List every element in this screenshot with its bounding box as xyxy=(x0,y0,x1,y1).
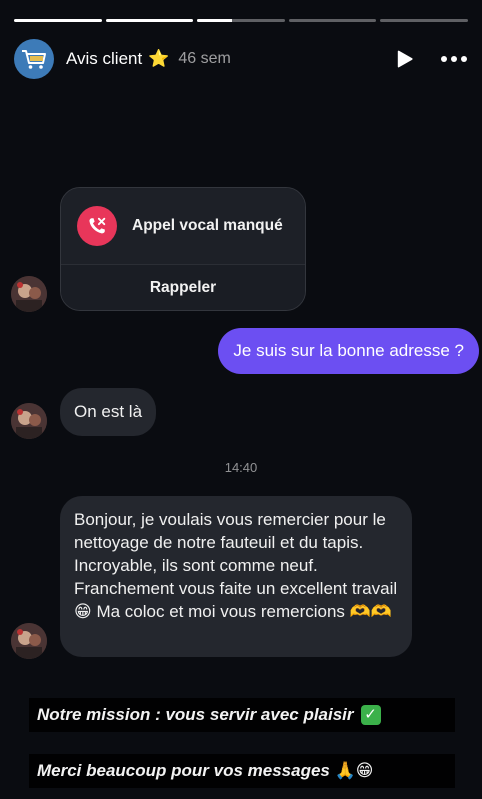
story-caption: Merci beaucoup pour vos messages 🙏😁 xyxy=(29,754,455,788)
progress-fill xyxy=(14,19,102,22)
progress-fill xyxy=(105,19,194,22)
more-horizontal-icon xyxy=(451,56,457,62)
shopping-cart-logo-icon xyxy=(22,50,46,69)
story-header: Avis client ⭐ 46 sem xyxy=(14,38,468,80)
message-timestamp: 14:40 xyxy=(224,460,258,475)
progress-segment xyxy=(288,19,377,22)
play-button[interactable] xyxy=(394,48,416,70)
outgoing-message: Je suis sur la bonne adresse ? xyxy=(218,328,479,374)
caption-text: Notre mission : vous servir avec plaisir xyxy=(37,705,354,724)
progress-segment xyxy=(14,19,102,22)
callback-button[interactable]: Rappeler xyxy=(61,265,305,310)
caption-text: Merci beaucoup pour vos messages xyxy=(37,761,330,780)
prayer-grin-emoji: 🙏😁 xyxy=(334,761,374,780)
missed-call-label: Appel vocal manqué xyxy=(132,217,283,234)
more-horizontal-icon xyxy=(461,56,467,62)
play-icon xyxy=(397,50,413,68)
progress-segment xyxy=(105,19,194,22)
account-avatar[interactable] xyxy=(14,39,54,79)
progress-fill xyxy=(197,19,233,22)
check-mark-emoji: ✓ xyxy=(360,705,381,725)
missed-call-card: Appel vocal manqué Rappeler xyxy=(60,187,306,311)
account-name[interactable]: Avis client xyxy=(66,49,142,69)
incoming-message: On est là xyxy=(60,388,157,436)
contact-avatar xyxy=(11,276,47,312)
contact-avatar xyxy=(11,403,47,439)
story-age: 46 sem xyxy=(178,50,231,67)
missed-call-header: Appel vocal manqué xyxy=(61,188,305,265)
more-options-button[interactable] xyxy=(440,48,468,70)
star-emoji: ⭐ xyxy=(148,49,170,68)
more-horizontal-icon xyxy=(441,56,447,62)
story-viewer: Avis client ⭐ 46 sem Appel vocal manqué … xyxy=(0,0,482,799)
contact-avatar xyxy=(11,623,47,659)
progress-segment xyxy=(197,19,285,22)
story-progress-bar xyxy=(14,19,468,22)
missed-call-icon xyxy=(77,206,117,246)
incoming-message: Bonjour, je voulais vous remercier pour … xyxy=(60,496,412,657)
progress-segment xyxy=(380,19,468,22)
story-caption: Notre mission : vous servir avec plaisir… xyxy=(29,698,455,732)
